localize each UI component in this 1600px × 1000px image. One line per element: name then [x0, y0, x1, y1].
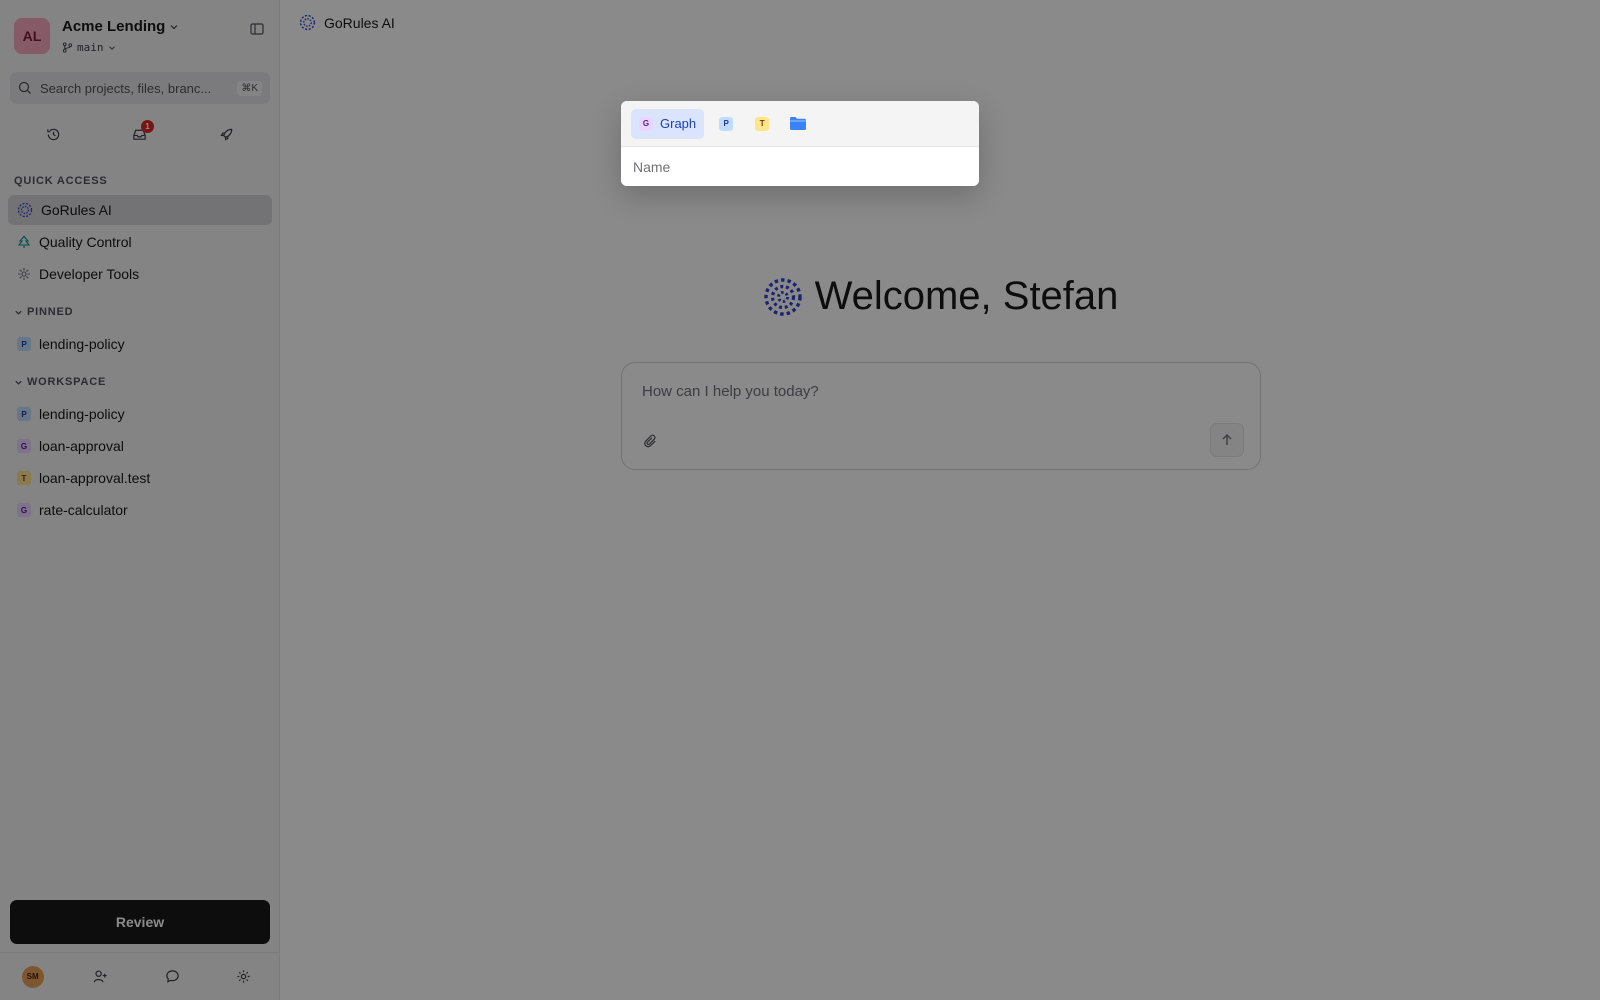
- tab-folder[interactable]: [784, 110, 812, 138]
- folder-icon: [790, 117, 807, 130]
- file-type-tabs: G Graph P T: [621, 101, 979, 147]
- test-badge: T: [755, 116, 770, 131]
- create-file-popover: G Graph P T: [621, 101, 979, 186]
- tab-graph[interactable]: G Graph: [631, 108, 705, 139]
- project-badge: P: [719, 116, 734, 131]
- tab-label: Graph: [660, 116, 697, 131]
- tab-project[interactable]: P: [712, 110, 740, 138]
- tab-test[interactable]: T: [748, 110, 776, 138]
- graph-badge: G: [639, 116, 653, 131]
- name-input[interactable]: [621, 147, 979, 186]
